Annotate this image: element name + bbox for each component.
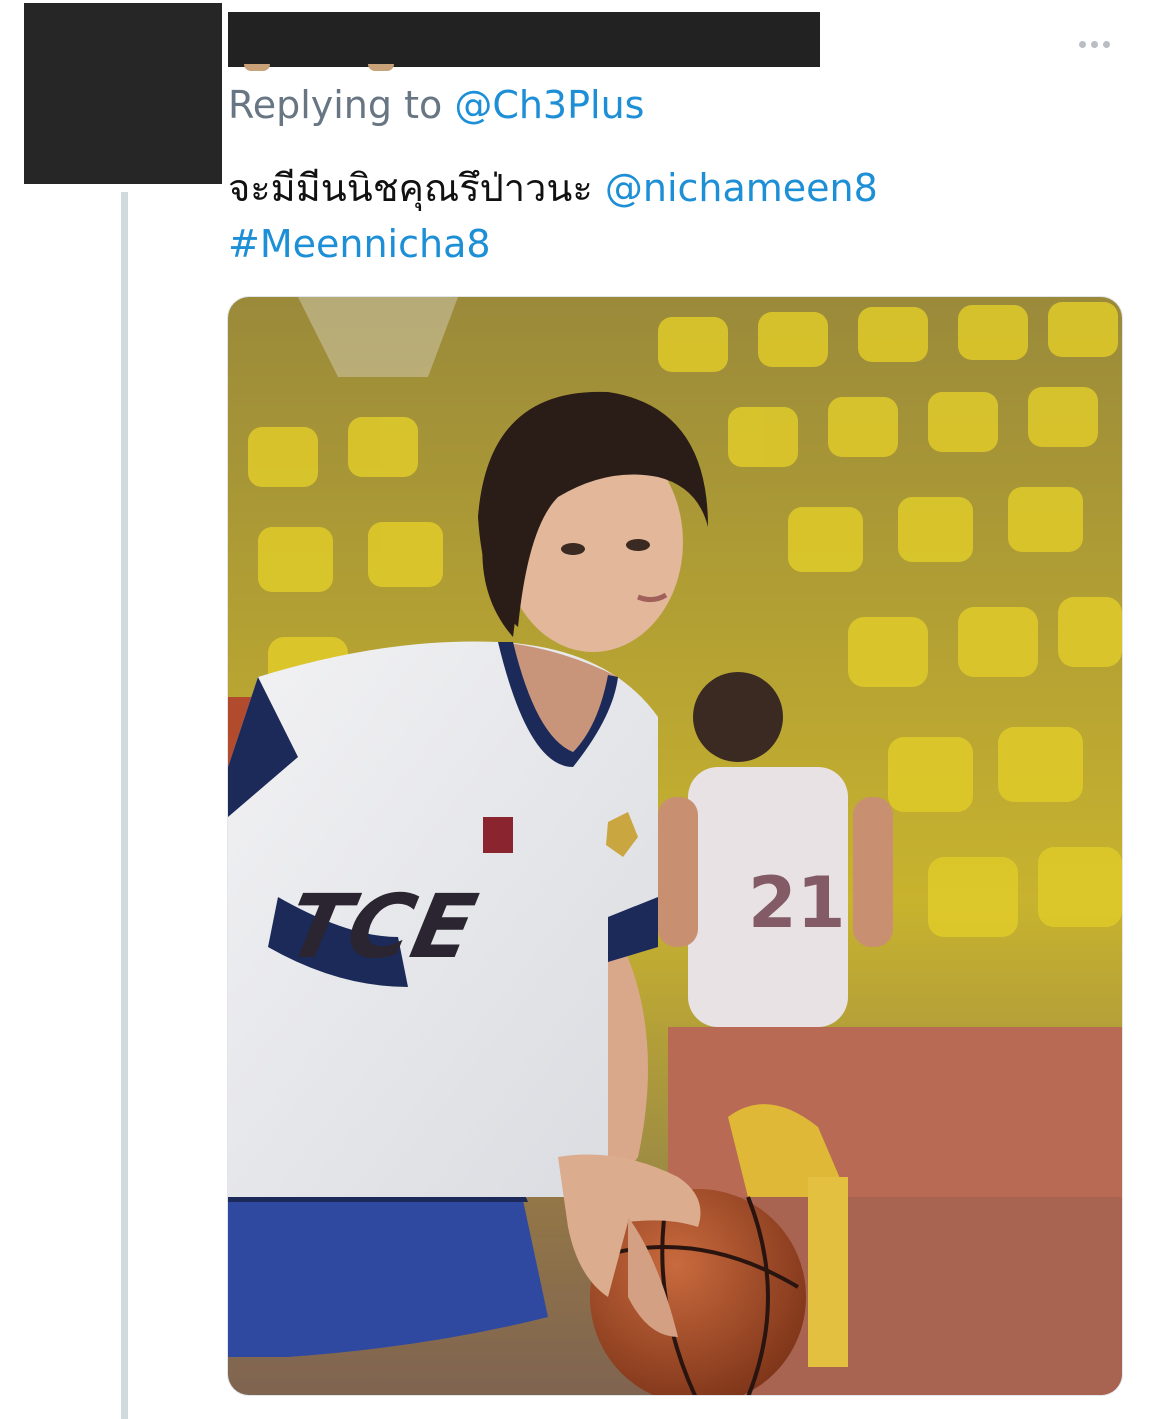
replying-to-label: Replying to (228, 83, 455, 127)
mention-link[interactable]: @nichameen8 (605, 166, 878, 210)
replying-to: Replying to @Ch3Plus (228, 82, 644, 128)
jersey-lettering: TCE (278, 875, 485, 978)
tweet-text: จะมีมีนนิชคุณรึป่าวนะ @nichameen8 #Meenn… (228, 160, 1128, 272)
avatar-redacted[interactable] (24, 3, 222, 184)
thread-line (121, 192, 128, 1419)
hashtag-link[interactable]: #Meennicha8 (228, 222, 491, 266)
tweet-photo[interactable]: 21 TCE (227, 296, 1123, 1396)
replying-to-handle-link[interactable]: @Ch3Plus (454, 83, 644, 127)
display-name-redacted[interactable] (228, 12, 820, 67)
name-emoji-peek (232, 64, 412, 71)
tweet-body: จะมีมีนนิชคุณรึป่าวนะ (228, 166, 605, 210)
more-icon[interactable] (1070, 32, 1118, 56)
bg-jersey-number: 21 (748, 862, 845, 944)
